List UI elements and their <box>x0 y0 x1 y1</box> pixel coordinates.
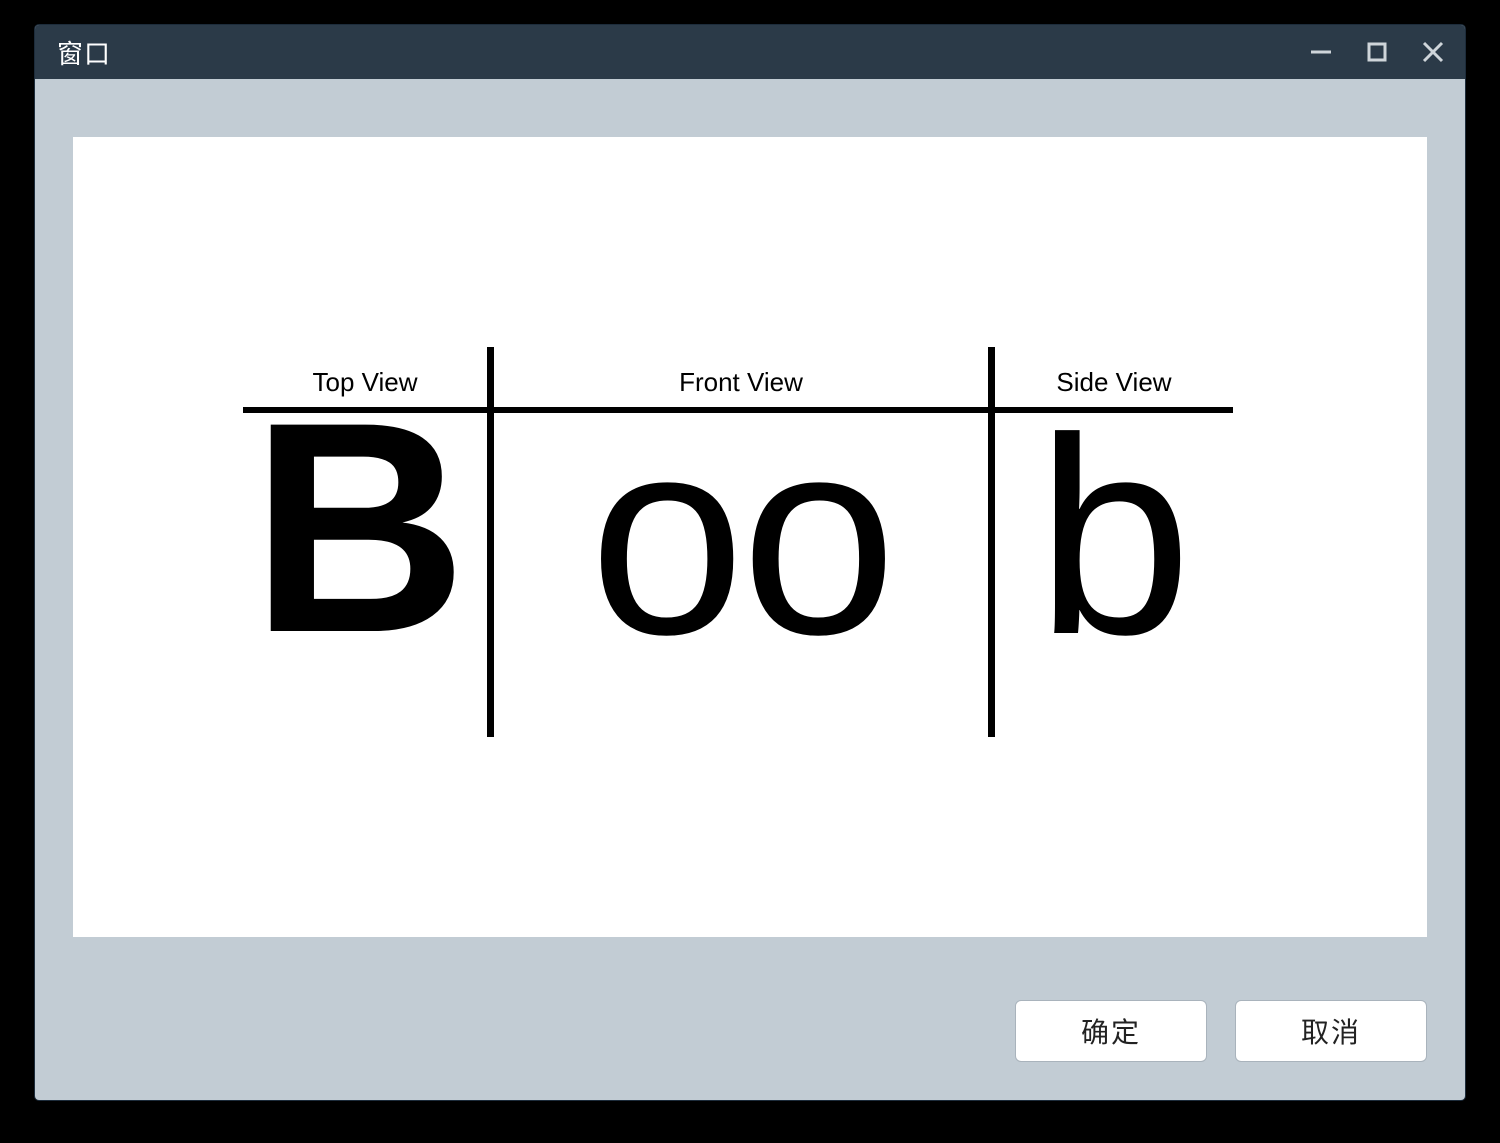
diagram-divider-1 <box>487 347 494 737</box>
front-view-glyph: oo <box>494 397 988 677</box>
side-view-glyph: b <box>995 397 1233 677</box>
close-button[interactable] <box>1419 38 1447 66</box>
titlebar[interactable]: 窗口 <box>35 25 1465 79</box>
views-diagram: Top View Front View Side View B oo b <box>243 347 1233 737</box>
window-controls <box>1307 38 1457 66</box>
maximize-icon <box>1366 41 1388 63</box>
dialog-buttons: 确定 取消 <box>1015 1000 1427 1062</box>
minimize-icon <box>1308 39 1334 65</box>
client-area: Top View Front View Side View B oo b 确定 … <box>35 79 1465 1100</box>
content-panel: Top View Front View Side View B oo b <box>73 137 1427 937</box>
ok-button[interactable]: 确定 <box>1015 1000 1207 1062</box>
dialog-window: 窗口 <box>35 25 1465 1100</box>
top-view-glyph: B <box>237 387 481 667</box>
maximize-button[interactable] <box>1363 38 1391 66</box>
minimize-button[interactable] <box>1307 38 1335 66</box>
cancel-button[interactable]: 取消 <box>1235 1000 1427 1062</box>
diagram-divider-2 <box>988 347 995 737</box>
window-title: 窗口 <box>57 34 111 71</box>
close-icon <box>1420 39 1446 65</box>
